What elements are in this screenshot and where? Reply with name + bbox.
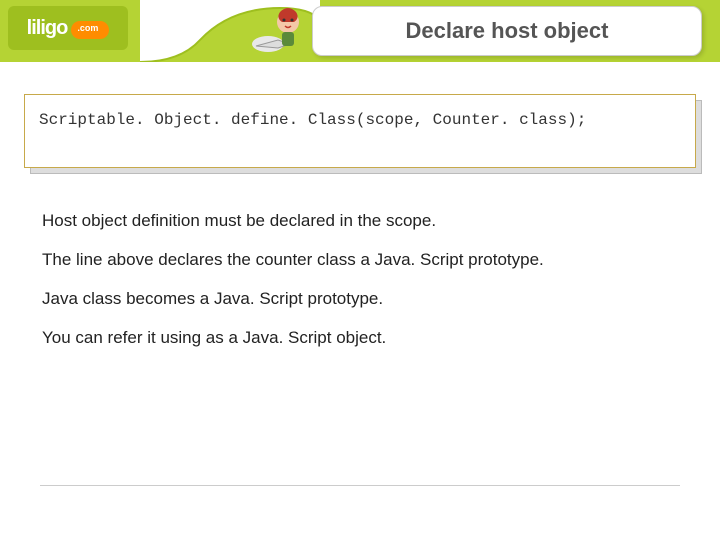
logo-com-badge [71, 21, 109, 39]
footer-divider [40, 485, 680, 486]
slide-title-box: Declare host object [312, 6, 702, 56]
liligo-logo: liligo [8, 6, 128, 50]
body-paragraph: You can refer it using as a Java. Script… [42, 327, 678, 350]
body-paragraph: Host object definition must be declared … [42, 210, 678, 233]
slide-title: Declare host object [406, 18, 609, 44]
code-line: Scriptable. Object. define. Class(scope,… [39, 111, 586, 129]
code-block: Scriptable. Object. define. Class(scope,… [24, 94, 696, 168]
slide-body: Host object definition must be declared … [42, 210, 678, 350]
code-block-inner: Scriptable. Object. define. Class(scope,… [24, 94, 696, 168]
slide-header: liligo Declare host object [0, 0, 720, 62]
mascot-graphic [250, 2, 310, 60]
body-paragraph: Java class becomes a Java. Script protot… [42, 288, 678, 311]
body-paragraph: The line above declares the counter clas… [42, 249, 678, 272]
logo-text: liligo [27, 17, 68, 40]
mascot-icon [250, 2, 310, 60]
